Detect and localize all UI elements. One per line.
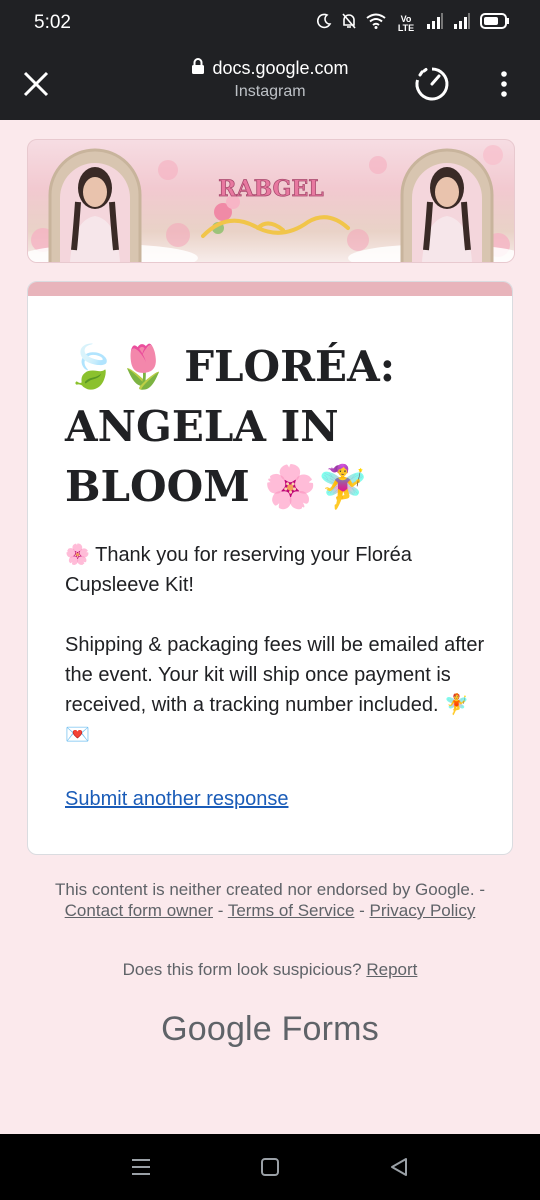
forms-logo-text: Forms (281, 1010, 379, 1048)
recents-button[interactable] (127, 1154, 155, 1180)
lock-icon (191, 58, 205, 79)
close-icon (23, 71, 49, 97)
url-text: docs.google.com (212, 58, 349, 78)
privacy-policy-link[interactable]: Privacy Policy (370, 901, 476, 920)
suspicious-form-note: Does this form look suspicious? Report (40, 960, 500, 980)
google-forms-logo[interactable]: Google Forms (0, 1010, 540, 1049)
battery-icon (480, 13, 510, 34)
url-subtitle: Instagram (234, 83, 306, 100)
signal-icon (453, 13, 471, 34)
report-link[interactable]: Report (366, 960, 417, 979)
back-button[interactable] (385, 1154, 413, 1180)
terms-of-service-link[interactable]: Terms of Service (228, 901, 355, 920)
wifi-icon (366, 13, 386, 34)
confirmation-message-line-1: 🌸 Thank you for reserving your Floréa Cu… (65, 544, 412, 596)
banner-illustration: RABGEL (28, 145, 514, 262)
confirmation-message-line-2: Shipping & packaging fees will be emaile… (65, 634, 485, 746)
form-header-banner: RABGEL (27, 139, 515, 263)
more-options-button[interactable] (484, 64, 524, 104)
status-time: 5:02 (34, 12, 71, 33)
confirmation-card: 🍃🌷 FLORÉA: ANGELA IN BLOOM 🌸🧚‍♀️ 🌸 Thank… (27, 281, 513, 855)
network-type-label: Vo LTE (397, 13, 415, 33)
menu-icon (132, 1159, 150, 1175)
footer-disclaimer: This content is neither created nor endo… (55, 880, 485, 920)
home-icon (261, 1158, 279, 1176)
form-title: 🍃🌷 FLORÉA: ANGELA IN BLOOM 🌸🧚‍♀️ (65, 342, 396, 511)
back-icon (391, 1158, 407, 1176)
url-line: docs.google.com (150, 58, 390, 79)
moon-icon (316, 13, 332, 34)
suspicious-question: Does this form look suspicious? (122, 960, 362, 979)
signal-icon (426, 13, 444, 34)
system-nav-bar (0, 1134, 540, 1200)
more-vert-icon (501, 71, 507, 97)
speed-button[interactable] (410, 64, 454, 104)
submit-another-response-link[interactable]: Submit another response (65, 788, 288, 811)
url-block[interactable]: docs.google.com Instagram (150, 58, 390, 101)
home-button[interactable] (256, 1154, 284, 1180)
status-bar: 5:02 Vo LTE (0, 0, 540, 48)
close-button[interactable] (16, 64, 56, 104)
browser-toolbar: docs.google.com Instagram (0, 48, 540, 120)
banner-logo-text: RABGEL (218, 176, 323, 202)
status-icons: Vo LTE (316, 12, 510, 35)
bell-off-icon (341, 12, 357, 35)
card-accent-bar (28, 282, 512, 296)
disclaimer-text: This content is neither created nor endo… (55, 880, 475, 899)
contact-form-owner-link[interactable]: Contact form owner (65, 901, 213, 920)
speed-icon (415, 67, 449, 101)
confirmation-message: 🌸 Thank you for reserving your Floréa Cu… (65, 540, 485, 750)
google-logo-text: Google (161, 1010, 272, 1048)
